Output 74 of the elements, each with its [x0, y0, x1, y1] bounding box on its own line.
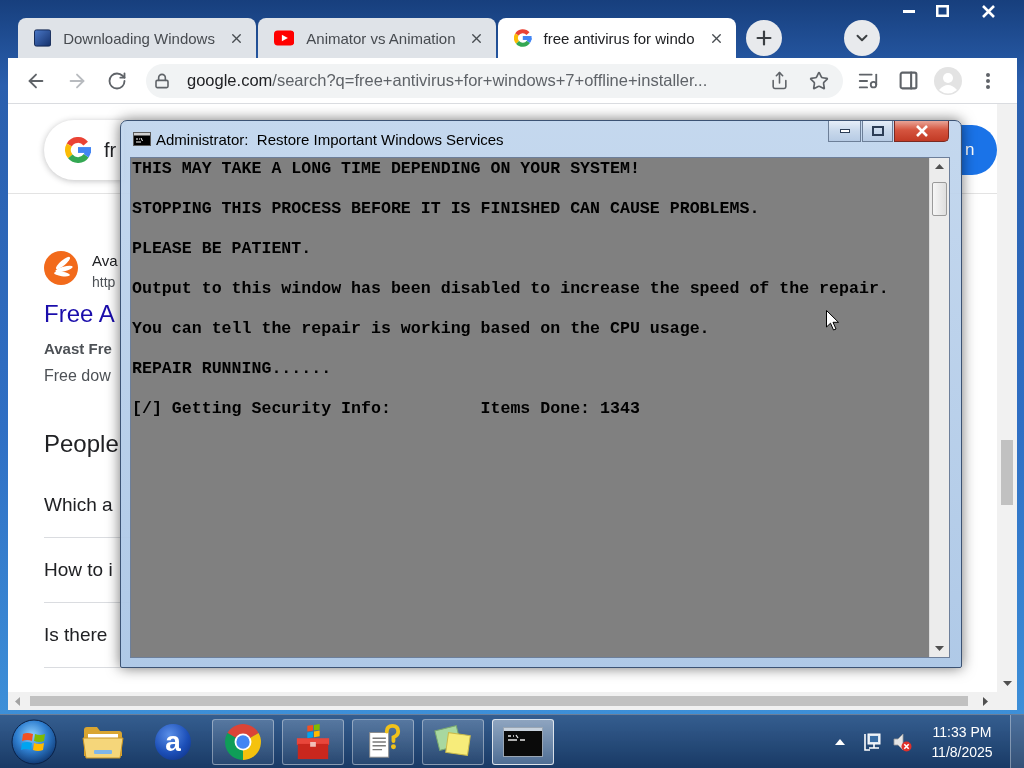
console-line: PLEASE BE PATIENT.: [132, 239, 312, 259]
clock-date: 11/8/2025: [931, 742, 993, 762]
triangle-right-icon: [982, 696, 988, 706]
snippet-heading: Avast Fre: [44, 339, 112, 359]
site-logo-icon: [44, 251, 78, 285]
close-icon: [914, 125, 929, 137]
clock-time: 11:33 PM: [932, 722, 992, 742]
square-icon: [935, 5, 949, 17]
taskbar-app-button[interactable]: [352, 718, 414, 765]
browser-icon: [224, 722, 262, 761]
mouse-pointer-icon: [826, 310, 839, 331]
more-options-icon: [986, 72, 990, 89]
lock-icon: [154, 72, 170, 89]
scroll-thumb[interactable]: [932, 182, 947, 216]
console-line: STOPPING THIS PROCESS BEFORE IT IS FINISHED CAN CAUSE PROBLEMS.: [132, 199, 760, 219]
minimize-button[interactable]: [828, 121, 861, 142]
close-icon: [982, 4, 995, 18]
toolbox-icon: [294, 722, 332, 761]
console-line: You can tell the repair is working based on the CPU usage.: [132, 319, 710, 339]
triangle-down-icon: [1002, 681, 1012, 686]
sign-in-button[interactable]: n: [960, 125, 997, 175]
console-line: THIS MAY TAKE A LONG TIME DEPENDING ON YOUR SYSTEM!: [132, 159, 640, 179]
question-item[interactable]: How to i: [44, 559, 113, 581]
reload-icon: [107, 70, 127, 91]
star-icon: [809, 70, 829, 91]
maximize-button[interactable]: [862, 121, 893, 142]
triangle-down-icon: [935, 646, 944, 651]
tab-search-button[interactable]: [844, 20, 880, 56]
triangle-up-icon: [935, 164, 944, 169]
terminal-icon: [503, 726, 543, 757]
triangle-up-icon: [835, 738, 845, 745]
page-icon: [34, 29, 52, 47]
section-heading: People: [44, 429, 119, 459]
new-tab-button[interactable]: [746, 20, 782, 56]
triangle-left-icon: [14, 696, 20, 706]
console-title: Administrator: Restore Important Windows Services: [156, 130, 504, 148]
taskbar-app-button[interactable]: [422, 718, 484, 765]
question-item[interactable]: Is there: [44, 624, 108, 646]
console-line: [/] Getting Security Info: Items Done: 1343: [132, 399, 640, 419]
close-button[interactable]: [894, 121, 949, 142]
site-name: Ava: [92, 251, 118, 271]
console-line: Output to this window has been disabled to increase the speed of the repair.: [132, 279, 889, 299]
avatar-icon: [934, 66, 962, 95]
browser-tab[interactable]: free antivirus for windo: [498, 18, 736, 58]
terminal-icon: [133, 132, 151, 146]
snippet-text: Free dow: [44, 366, 111, 386]
scroll-thumb[interactable]: [30, 696, 968, 706]
minus-icon: [903, 9, 915, 13]
browser-tab[interactable]: Downloading Windows: [18, 18, 256, 58]
url-text: google.com/search?q=free+antivirus+for+windows+7+offline+installer...: [187, 71, 709, 90]
taskbar-app-button[interactable]: a: [142, 718, 204, 765]
taskbar-app-button[interactable]: [492, 718, 554, 765]
taskbar-app-button[interactable]: [212, 718, 274, 765]
browser-tab[interactable]: Animator vs Animation: [258, 18, 496, 58]
app-logo: a: [155, 723, 191, 760]
share-icon: [769, 71, 789, 90]
volume-muted-icon: [892, 731, 912, 752]
show-desktop-button[interactable]: [1010, 715, 1024, 768]
g-logo-icon: [514, 29, 532, 47]
minus-icon: [839, 129, 850, 133]
address-bar[interactable]: google.com/search?q=free+antivirus+for+windows+7+offline+installer...: [146, 63, 843, 98]
console-line: REPAIR RUNNING......: [132, 359, 332, 379]
windows-logo-icon: [11, 718, 57, 765]
scroll-thumb[interactable]: [1001, 440, 1013, 505]
video-play-icon: [274, 30, 295, 46]
network-icon: [862, 730, 884, 753]
square-icon: [871, 126, 884, 136]
question-item[interactable]: Which a: [44, 494, 113, 516]
site-url: http: [92, 273, 116, 291]
start-button[interactable]: [8, 716, 60, 767]
search-field[interactable]: fr: [44, 120, 124, 180]
result-title-link[interactable]: Free A: [44, 299, 115, 329]
side-panel-icon: [897, 70, 919, 91]
g-logo-icon: [65, 137, 91, 163]
